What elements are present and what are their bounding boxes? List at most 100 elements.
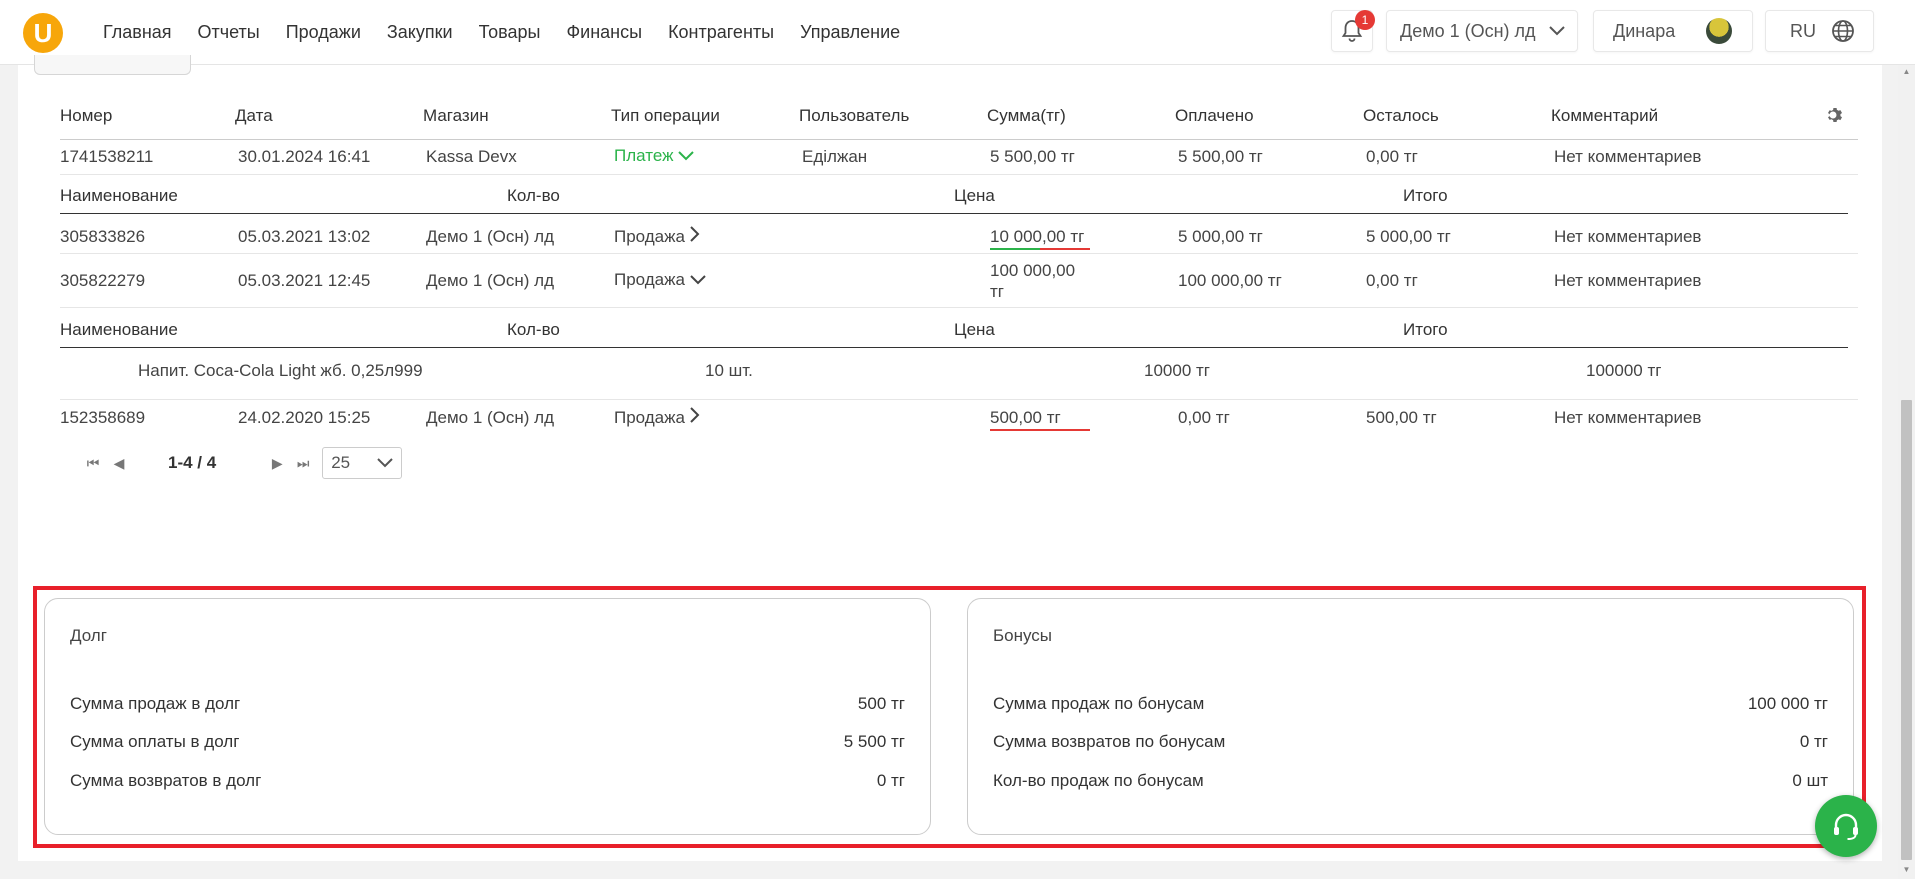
row-comment: Нет комментариев — [1554, 147, 1702, 166]
nav-management[interactable]: Управление — [787, 22, 913, 43]
operation-type-toggle[interactable]: Продажа — [614, 270, 706, 290]
scroll-thumb[interactable] — [1901, 400, 1912, 860]
row-sum-currency: тг — [990, 282, 1004, 301]
row-sum: 500,00 тг — [990, 408, 1090, 431]
first-page-icon[interactable]: ⏮ — [80, 455, 106, 472]
sub-col-name: Наименование — [60, 320, 178, 339]
pagination: ⏮ ◀ 1-4 / 4 ▶ ⏭ 25 — [80, 447, 403, 479]
divider — [60, 253, 1858, 254]
debt-row: Сумма оплаты в долг 5 500 тг — [70, 732, 905, 752]
row-user: Еділжан — [802, 147, 868, 166]
nav-home[interactable]: Главная — [90, 22, 185, 43]
headset-icon — [1834, 813, 1858, 840]
bonus-row: Сумма возвратов по бонусам 0 тг — [993, 732, 1828, 752]
col-number[interactable]: Номер — [60, 106, 112, 126]
row-left: 500,00 тг — [1366, 408, 1437, 427]
sub-col-qty: Кол-во — [507, 320, 560, 339]
col-store[interactable]: Магазин — [423, 106, 489, 126]
item-name: Напит. Coca-Cola Light жб. 0,25л999 — [138, 361, 423, 380]
sub-col-qty: Кол-во — [507, 186, 560, 205]
col-sum[interactable]: Сумма(тг) — [987, 106, 1066, 126]
row-comment: Нет комментариев — [1554, 408, 1702, 427]
bonus-title: Бонусы — [993, 626, 1053, 645]
gear-icon[interactable] — [1825, 105, 1845, 125]
debt-row: Сумма продаж в долг 500 тг — [70, 694, 905, 714]
item-total: 100000 тг — [1586, 361, 1662, 380]
globe-icon — [1832, 20, 1854, 42]
row-comment: Нет комментариев — [1554, 227, 1702, 246]
col-operation-type[interactable]: Тип операции — [611, 106, 720, 126]
item-price: 10000 тг — [1144, 361, 1210, 380]
per-page-value: 25 — [331, 453, 351, 472]
prev-page-icon[interactable]: ◀ — [106, 455, 132, 472]
row-date: 05.03.2021 12:45 — [238, 271, 371, 290]
chevron-right-icon — [689, 407, 700, 423]
chevron-right-icon — [689, 226, 700, 242]
notifications-button[interactable]: 1 — [1331, 10, 1375, 52]
debt-value: 0 тг — [876, 771, 905, 790]
operation-type-toggle[interactable]: Платеж — [614, 146, 694, 166]
nav-sales[interactable]: Продажи — [273, 22, 374, 43]
nav-reports[interactable]: Отчеты — [185, 22, 273, 43]
row-paid: 5 500,00 тг — [1178, 147, 1263, 166]
language-selector[interactable]: RU — [1765, 10, 1874, 52]
col-comment[interactable]: Комментарий — [1551, 106, 1658, 126]
sub-col-total: Итого — [1403, 186, 1448, 205]
bonus-label: Сумма возвратов по бонусам — [993, 732, 1226, 751]
support-chat-button[interactable] — [1815, 795, 1877, 857]
row-paid: 0,00 тг — [1178, 408, 1230, 427]
debt-label: Сумма оплаты в долг — [70, 732, 240, 751]
col-user[interactable]: Пользователь — [799, 106, 909, 126]
sub-col-name: Наименование — [60, 186, 178, 205]
scroll-up-icon[interactable]: ▲ — [1901, 67, 1912, 76]
row-number: 1741538211 — [60, 147, 154, 166]
nav-products[interactable]: Товары — [466, 22, 554, 43]
row-date: 24.02.2020 15:25 — [238, 408, 371, 427]
col-left[interactable]: Осталось — [1363, 106, 1439, 126]
bonus-value: 100 000 тг — [1747, 694, 1828, 713]
divider — [60, 307, 1858, 308]
chevron-down-icon — [1549, 26, 1565, 36]
operation-type-toggle[interactable]: Продажа — [614, 226, 700, 247]
store-selector[interactable]: Демо 1 (Осн) лд — [1386, 10, 1578, 52]
bonus-value: 0 шт — [1792, 771, 1828, 790]
debt-title: Долг — [70, 626, 107, 645]
col-paid[interactable]: Оплачено — [1175, 106, 1254, 126]
divider — [60, 174, 1858, 175]
row-paid: 5 000,00 тг — [1178, 227, 1263, 246]
row-number: 305822279 — [60, 271, 146, 290]
next-page-icon[interactable]: ▶ — [264, 455, 290, 472]
page-range: 1-4 / 4 — [168, 453, 217, 472]
chevron-down-icon — [689, 275, 706, 285]
row-left: 0,00 тг — [1366, 147, 1418, 166]
row-sum: 10 000,00 тг — [990, 227, 1090, 250]
bonus-row: Сумма продаж по бонусам 100 000 тг — [993, 694, 1828, 714]
row-sum: 100 000,00 — [990, 261, 1076, 280]
divider — [60, 213, 1848, 214]
user-name: Динара — [1613, 20, 1676, 41]
user-menu[interactable]: Динара — [1593, 10, 1753, 52]
row-comment: Нет комментариев — [1554, 271, 1702, 290]
operation-type-toggle[interactable]: Продажа — [614, 407, 700, 428]
scroll-down-icon[interactable]: ▼ — [1901, 865, 1912, 874]
col-date[interactable]: Дата — [235, 106, 273, 126]
row-store: Демо 1 (Осн) лд — [426, 271, 555, 290]
per-page-select[interactable]: 25 — [322, 447, 403, 479]
operations-card — [18, 65, 1882, 571]
row-store: Демо 1 (Осн) лд — [426, 227, 555, 246]
operation-type-label: Продажа — [614, 270, 685, 289]
sub-col-price: Цена — [954, 186, 995, 205]
divider — [60, 399, 1858, 400]
app-logo[interactable]: U — [23, 13, 63, 53]
top-header: U Главная Отчеты Продажи Закупки Товары … — [0, 0, 1915, 65]
debt-panel: Долг Сумма продаж в долг 500 тг Сумма оп… — [44, 598, 931, 835]
page-scrollbar[interactable]: ▲ ▼ — [1898, 65, 1915, 879]
nav-purchases[interactable]: Закупки — [374, 22, 466, 43]
nav-finance[interactable]: Финансы — [553, 22, 655, 43]
last-page-icon[interactable]: ⏭ — [290, 455, 316, 472]
store-name: Демо 1 (Осн) лд — [1400, 20, 1536, 41]
nav-counterparties[interactable]: Контрагенты — [655, 22, 787, 43]
collapsed-button[interactable] — [34, 55, 191, 75]
debt-label: Сумма возвратов в долг — [70, 771, 262, 790]
chevron-down-icon — [678, 151, 694, 161]
